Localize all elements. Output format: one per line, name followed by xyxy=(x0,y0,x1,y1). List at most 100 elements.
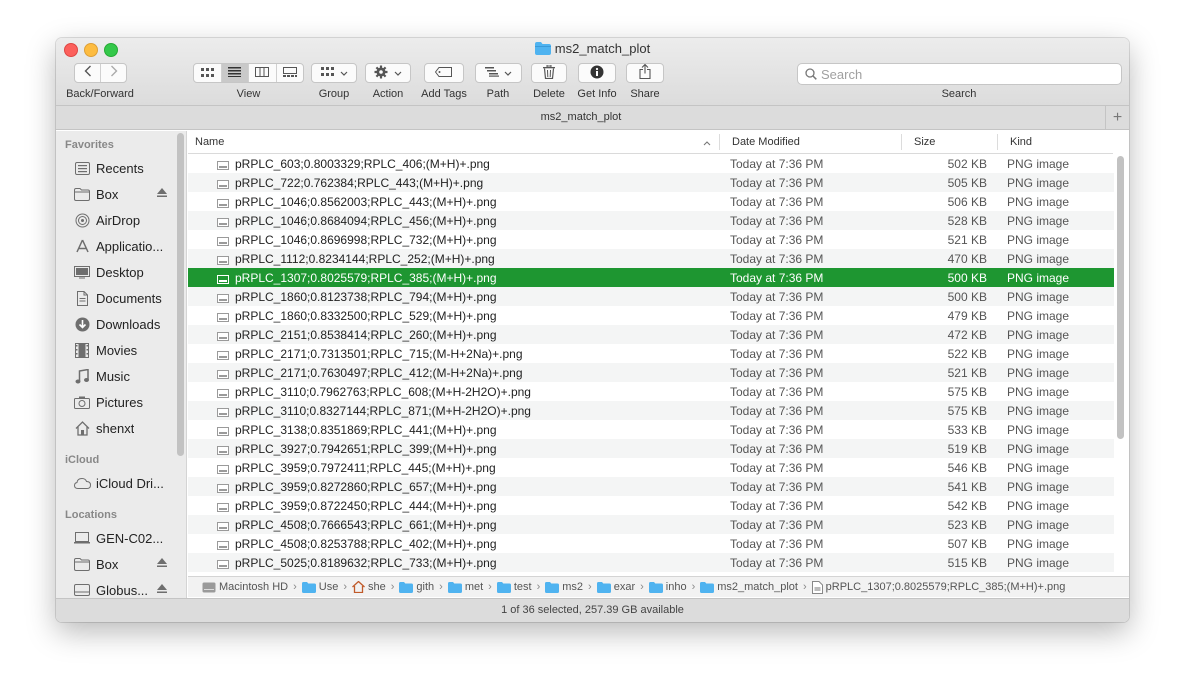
table-row[interactable]: pRPLC_3138;0.8351869;RPLC_441;(M+H)+.png… xyxy=(188,420,1114,439)
table-row[interactable]: pRPLC_3959;0.8722450;RPLC_444;(M+H)+.png… xyxy=(188,496,1114,515)
grid-icon xyxy=(200,64,214,82)
file-kind: PNG image xyxy=(1007,156,1070,171)
column-size-header[interactable]: Size xyxy=(914,136,935,148)
column-name-header[interactable]: Name xyxy=(195,136,224,148)
eject-icon[interactable] xyxy=(157,188,167,200)
png-file-icon xyxy=(217,444,229,455)
delete-button[interactable] xyxy=(531,63,567,83)
column-kind-header[interactable]: Kind xyxy=(1010,136,1032,148)
icon-view-button[interactable] xyxy=(194,64,222,82)
file-date: Today at 7:36 PM xyxy=(730,308,824,323)
forward-button[interactable] xyxy=(101,64,126,82)
sidebar-item-favorites-8[interactable]: Music xyxy=(73,366,183,386)
file-date: Today at 7:36 PM xyxy=(730,517,824,532)
sidebar-item-locations-0[interactable]: GEN-C02... xyxy=(73,528,183,548)
sidebar-item-favorites-2[interactable]: AirDrop xyxy=(73,210,183,230)
file-list-scrollbar[interactable] xyxy=(1117,156,1124,439)
table-row[interactable]: pRPLC_5025;0.8189632;RPLC_733;(M+H)+.png… xyxy=(188,553,1114,572)
table-row[interactable]: pRPLC_1860;0.8123738;RPLC_794;(M+H)+.png… xyxy=(188,287,1114,306)
sidebar-scrollbar[interactable] xyxy=(177,133,184,456)
sidebar-item-favorites-6[interactable]: Downloads xyxy=(73,314,183,334)
file-name: pRPLC_4508;0.7666543;RPLC_661;(M+H)+.png xyxy=(235,517,497,532)
path-segment[interactable]: Use xyxy=(301,581,338,593)
search-input[interactable] xyxy=(821,66,1111,82)
eject-icon[interactable] xyxy=(157,558,167,570)
downloads-icon xyxy=(73,316,91,332)
sidebar-item-locations-2[interactable]: Globus... xyxy=(73,580,183,598)
sidebar-item-favorites-7[interactable]: Movies xyxy=(73,340,183,360)
sidebar-item-favorites-0[interactable]: Recents xyxy=(73,158,183,178)
home-icon xyxy=(73,420,91,436)
list-view-button[interactable] xyxy=(221,64,249,82)
table-row[interactable]: pRPLC_603;0.8003329;RPLC_406;(M+H)+.png T… xyxy=(188,154,1114,173)
path-segment[interactable]: she xyxy=(352,581,386,593)
sidebar-item-locations-1[interactable]: Box xyxy=(73,554,183,574)
table-row[interactable]: pRPLC_1307;0.8025579;RPLC_385;(M+H)+.png… xyxy=(188,268,1114,287)
sidebar-item-label: Documents xyxy=(96,290,162,306)
table-row[interactable]: pRPLC_3959;0.7972411;RPLC_445;(M+H)+.png… xyxy=(188,458,1114,477)
group-button[interactable] xyxy=(311,63,357,83)
path-segment[interactable]: pRPLC_1307;0.8025579;RPLC_385;(M+H)+.png xyxy=(811,580,1065,594)
path-segment[interactable]: gith xyxy=(399,581,434,593)
path-button[interactable] xyxy=(475,63,522,83)
tab-title[interactable]: ms2_match_plot xyxy=(56,111,1106,123)
table-row[interactable]: pRPLC_3927;0.7942651;RPLC_399;(M+H)+.png… xyxy=(188,439,1114,458)
path-segment[interactable]: exar xyxy=(596,581,635,593)
table-row[interactable]: pRPLC_3110;0.7962763;RPLC_608;(M+H-2H2O)… xyxy=(188,382,1114,401)
table-row[interactable]: pRPLC_1046;0.8696998;RPLC_732;(M+H)+.png… xyxy=(188,230,1114,249)
sidebar-header-locations: Locations xyxy=(65,509,117,521)
finder-window: ms2_match_plot Back/Forward View Group A… xyxy=(56,38,1129,622)
sidebar-item-favorites-9[interactable]: Pictures xyxy=(73,392,183,412)
path-segment[interactable]: met xyxy=(447,581,483,593)
sidebar-item-icloud-0[interactable]: iCloud Dri... xyxy=(73,473,183,493)
search-field[interactable] xyxy=(797,63,1122,85)
png-file-icon xyxy=(217,387,229,398)
table-row[interactable]: pRPLC_2171;0.7630497;RPLC_412;(M-H+2Na)+… xyxy=(188,363,1114,382)
back-forward-control xyxy=(74,63,127,83)
column-view-button[interactable] xyxy=(249,64,277,82)
column-date-header[interactable]: Date Modified xyxy=(732,136,800,148)
table-row[interactable]: pRPLC_3959;0.8272860;RPLC_657;(M+H)+.png… xyxy=(188,477,1114,496)
back-button[interactable] xyxy=(75,64,102,82)
png-file-icon xyxy=(217,197,229,208)
table-row[interactable]: pRPLC_3110;0.8327144;RPLC_871;(M+H-2H2O)… xyxy=(188,401,1114,420)
table-row[interactable]: pRPLC_2171;0.7313501;RPLC_715;(M-H+2Na)+… xyxy=(188,344,1114,363)
table-row[interactable]: pRPLC_1860;0.8332500;RPLC_529;(M+H)+.png… xyxy=(188,306,1114,325)
png-file-icon xyxy=(217,311,229,322)
path-segment[interactable]: test xyxy=(496,581,532,593)
table-row[interactable]: pRPLC_722;0.762384;RPLC_443;(M+H)+.png To… xyxy=(188,173,1114,192)
sidebar-item-favorites-3[interactable]: Applicatio... xyxy=(73,236,183,256)
sidebar-item-favorites-5[interactable]: Documents xyxy=(73,288,183,308)
file-date: Today at 7:36 PM xyxy=(730,346,824,361)
airdrop-icon xyxy=(73,212,91,228)
sidebar-item-favorites-10[interactable]: shenxt xyxy=(73,418,183,438)
table-row[interactable]: pRPLC_2151;0.8538414;RPLC_260;(M+H)+.png… xyxy=(188,325,1114,344)
sidebar-item-favorites-1[interactable]: Box xyxy=(73,184,183,204)
table-row[interactable]: pRPLC_1112;0.8234144;RPLC_252;(M+H)+.png… xyxy=(188,249,1114,268)
eject-icon[interactable] xyxy=(157,584,167,596)
disk-icon xyxy=(73,582,91,598)
share-button[interactable] xyxy=(626,63,664,83)
path-segment[interactable]: ms2_match_plot xyxy=(700,581,798,593)
table-row[interactable]: pRPLC_4508;0.7666543;RPLC_661;(M+H)+.png… xyxy=(188,515,1114,534)
chevron-right-icon: › xyxy=(488,581,492,593)
add-tags-button[interactable] xyxy=(424,63,464,83)
table-row[interactable]: pRPLC_1046;0.8684094;RPLC_456;(M+H)+.png… xyxy=(188,211,1114,230)
png-file-icon xyxy=(217,406,229,417)
folder-icon xyxy=(545,581,560,593)
file-size: 521 KB xyxy=(947,232,987,247)
get-info-button[interactable] xyxy=(578,63,616,83)
table-row[interactable]: pRPLC_4508;0.8253788;RPLC_402;(M+H)+.png… xyxy=(188,534,1114,553)
file-date: Today at 7:36 PM xyxy=(730,156,824,171)
table-row[interactable]: pRPLC_1046;0.8562003;RPLC_443;(M+H)+.png… xyxy=(188,192,1114,211)
path-segment[interactable]: Macintosh HD xyxy=(202,581,288,593)
group-label: Group xyxy=(318,88,350,100)
path-segment[interactable]: ms2 xyxy=(545,581,583,593)
tag-icon xyxy=(434,66,453,80)
new-tab-button[interactable]: + xyxy=(1105,106,1129,129)
path-segment[interactable]: inho xyxy=(648,581,687,593)
file-name: pRPLC_3959;0.8272860;RPLC_657;(M+H)+.png xyxy=(235,479,497,494)
gallery-view-button[interactable] xyxy=(277,64,304,82)
action-button[interactable] xyxy=(365,63,411,83)
sidebar-item-favorites-4[interactable]: Desktop xyxy=(73,262,183,282)
